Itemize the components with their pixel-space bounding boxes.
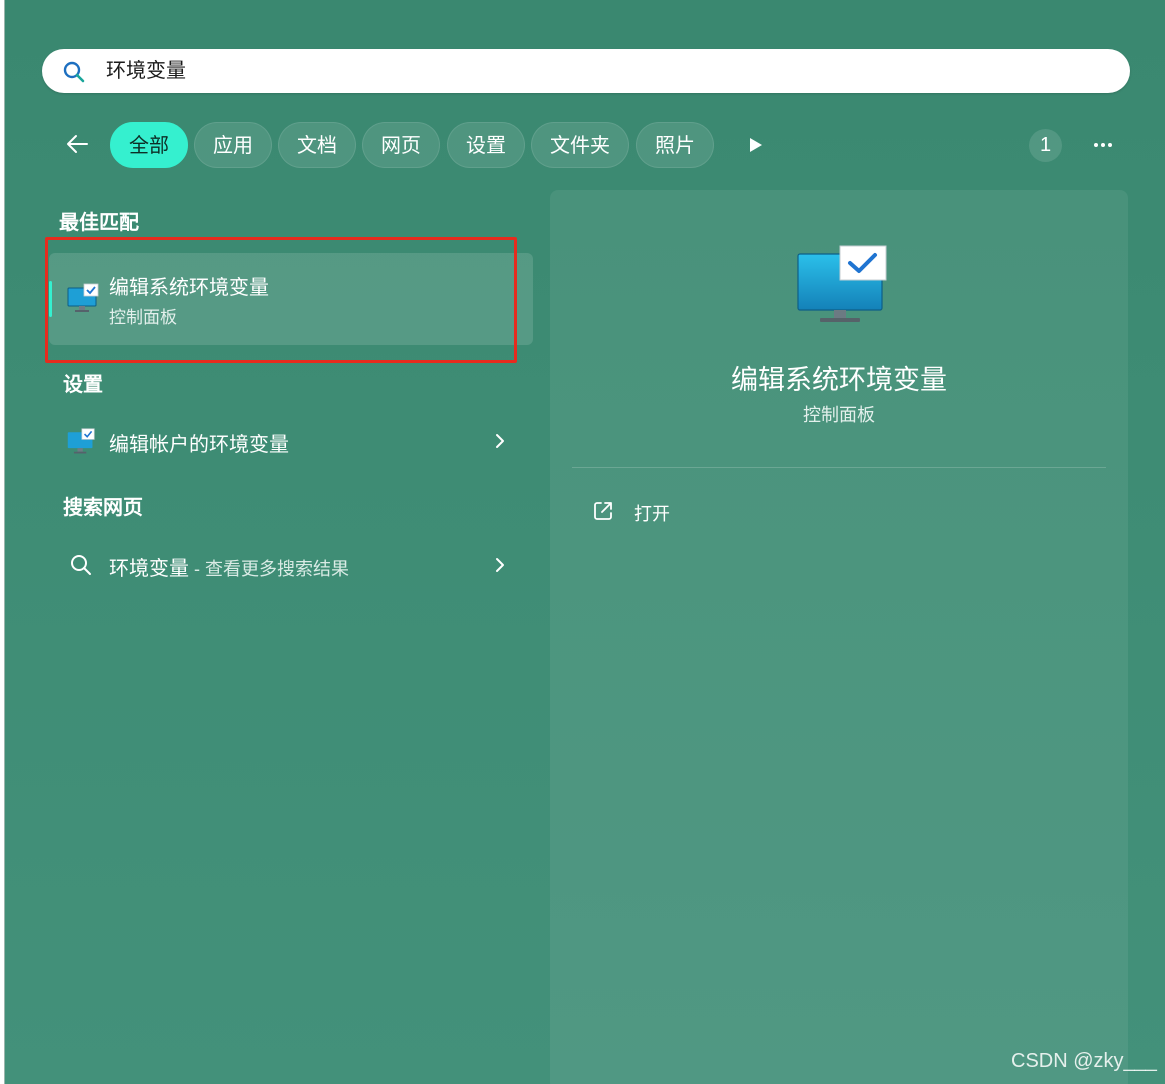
monitor-settings-icon (67, 283, 99, 312)
divider (572, 467, 1106, 468)
search-icon (63, 61, 85, 83)
detail-subtitle: 控制面板 (803, 405, 875, 425)
tab-web[interactable]: 网页 (362, 122, 440, 168)
more-icon[interactable] (1089, 131, 1117, 159)
section-web-search: 搜索网页 (63, 497, 143, 519)
best-match-item[interactable]: 编辑系统环境变量 控制面板 (49, 253, 533, 345)
selection-indicator (49, 281, 52, 317)
web-search-suffix: - 查看更多搜索结果 (189, 559, 349, 579)
settings-result-item[interactable]: 编辑帐户的环境变量 (49, 416, 533, 466)
web-search-label: 环境变量 - 查看更多搜索结果 (109, 552, 349, 581)
search-box[interactable]: 环境变量 (42, 49, 1130, 93)
tab-settings[interactable]: 设置 (447, 122, 525, 168)
section-best-match: 最佳匹配 (59, 212, 139, 234)
tab-folders[interactable]: 文件夹 (531, 122, 629, 168)
tab-documents[interactable]: 文档 (278, 122, 356, 168)
web-search-item[interactable]: 环境变量 - 查看更多搜索结果 (49, 540, 533, 590)
monitor-settings-icon (797, 245, 887, 322)
start-search-window: 环境变量 全部 应用 文档 网页 设置 文件夹 照片 1 最佳匹配 编辑系统环境… (4, 0, 1165, 1084)
open-action-label: 打开 (634, 504, 670, 524)
more-dots-icon (1094, 143, 1112, 147)
best-match-subtitle: 控制面板 (109, 308, 177, 327)
monitor-settings-icon (67, 428, 95, 454)
open-action[interactable]: 打开 (588, 496, 788, 526)
section-settings: 设置 (63, 374, 103, 396)
best-match-title: 编辑系统环境变量 (109, 277, 269, 299)
chevron-right-icon (496, 558, 504, 572)
web-search-query: 环境变量 (109, 558, 189, 580)
watermark: CSDN @zky___ (1011, 1050, 1157, 1072)
tab-photos[interactable]: 照片 (636, 122, 714, 168)
result-count-badge: 1 (1029, 129, 1062, 162)
detail-title: 编辑系统环境变量 (731, 365, 947, 395)
tab-apps[interactable]: 应用 (194, 122, 272, 168)
play-icon[interactable] (747, 136, 765, 154)
search-input[interactable]: 环境变量 (106, 58, 186, 84)
detail-panel: 编辑系统环境变量 控制面板 打开 (550, 190, 1128, 1084)
open-external-icon (594, 502, 612, 520)
search-icon (71, 555, 91, 575)
settings-result-label: 编辑帐户的环境变量 (109, 434, 289, 456)
back-arrow-icon[interactable] (61, 128, 93, 160)
tab-all[interactable]: 全部 (110, 122, 188, 168)
chevron-right-icon (496, 434, 504, 448)
